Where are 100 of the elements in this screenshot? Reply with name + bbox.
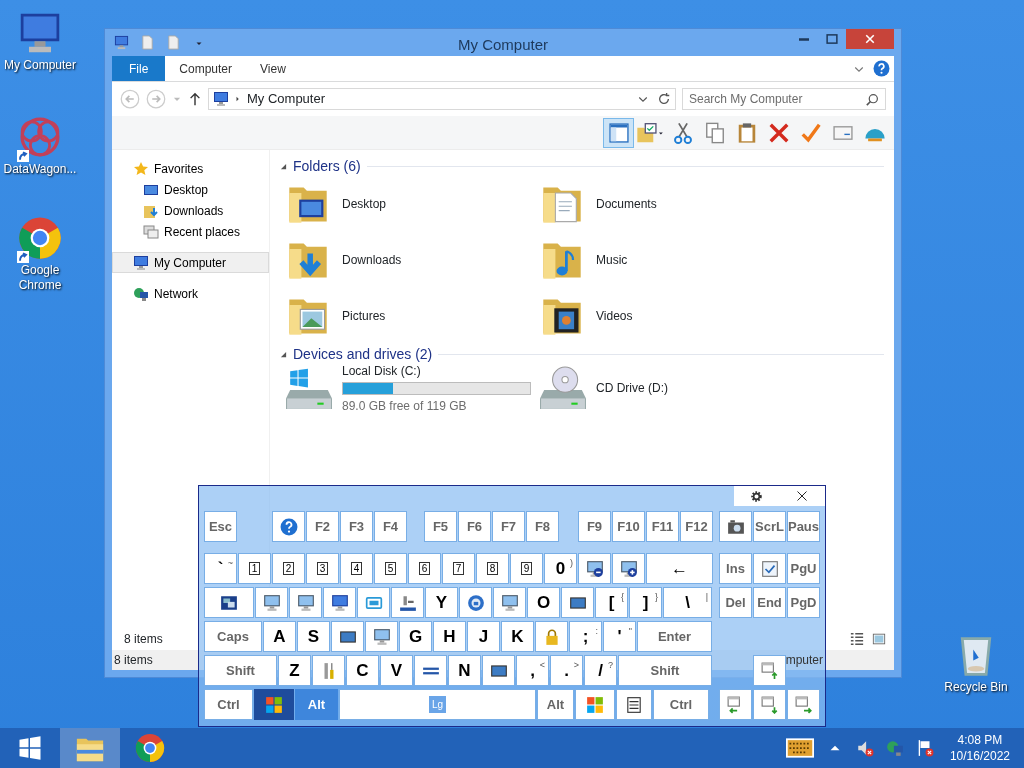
nav-item[interactable]: Desktop [112,179,269,200]
keyboard-key[interactable] [482,655,515,686]
keyboard-key[interactable]: F6 [458,511,491,542]
keyboard-key[interactable] [272,511,305,542]
group-header[interactable]: Folders (6) [293,155,361,177]
keyboard-key[interactable]: A [263,621,296,652]
keyboard-key[interactable]: ' " [603,621,636,652]
ribbon-tab[interactable]: Computer [165,56,247,81]
keyboard-key[interactable] [289,587,322,618]
muted-speaker-icon[interactable] [855,739,874,757]
computer-icon[interactable] [18,11,62,55]
keyboard-key[interactable]: F7 [492,511,525,542]
collapse-icon[interactable] [280,350,287,358]
nav-item[interactable]: Downloads [112,200,269,221]
keyboard-key[interactable]: Z [278,655,311,686]
keyboard-key[interactable]: ] } [629,587,662,618]
keyboard-key[interactable]: ` ~ [204,553,237,584]
keyboard-key[interactable]: 2 [272,553,305,584]
keyboard-key[interactable]: F4 [374,511,407,542]
keyboard-key[interactable]: 5 [374,553,407,584]
keyboard-key[interactable]: 7 [442,553,475,584]
keyboard-key[interactable]: \ | [663,587,712,618]
large-icons-view-icon[interactable] [872,632,886,646]
nav-item[interactable]: My Computer [112,252,269,273]
keyboard-key[interactable] [323,587,356,618]
keyboard-key[interactable] [365,621,398,652]
keyboard-key[interactable]: ScrL [753,511,786,542]
folder-label[interactable]: Documents [596,195,657,213]
keyboard-key[interactable]: F9 [578,511,611,542]
keyboard-key[interactable]: Paus [787,511,820,542]
keyboard-key[interactable]: Shift [204,655,277,686]
folder-label[interactable]: Desktop [342,195,387,213]
desktop-icon-label[interactable]: Google Chrome [0,263,80,293]
clock[interactable]: 4:08 PM 10/16/2022 [945,732,1014,764]
keyboard-key[interactable]: PgD [787,587,820,618]
keyboard-key[interactable] [414,655,447,686]
help-icon[interactable] [873,60,890,77]
nav-item[interactable]: Favorites [112,158,269,179]
keyboard-key[interactable]: Shift [618,655,712,686]
desktop-icon-label[interactable]: Recycle Bin [944,680,1008,695]
keyboard-key[interactable] [612,553,645,584]
nav-item[interactable]: Recent places [112,221,269,242]
keyboard-key[interactable]: Alt [295,689,338,720]
collapse-icon[interactable] [280,162,287,170]
details-view-icon[interactable] [850,632,864,646]
folder-label[interactable]: Downloads [342,251,402,269]
keyboard-key[interactable] [719,511,752,542]
keyboard-key[interactable] [204,587,254,618]
keyboard-key[interactable] [255,587,288,618]
keyboard-key[interactable]: End [753,587,786,618]
keyboard-key[interactable] [391,587,424,618]
keyboard-key[interactable]: Enter [637,621,712,652]
keyboard-key[interactable]: 3 [306,553,339,584]
keyboard-key[interactable]: F8 [526,511,559,542]
keyboard-key[interactable]: 6 [408,553,441,584]
toolbar-button[interactable] [603,117,634,148]
keyboard-key[interactable]: O [527,587,560,618]
keyboard-key[interactable]: [ { [595,587,628,618]
nav-item[interactable]: Network [112,283,269,304]
keyboard-key[interactable]: S [297,621,330,652]
keyboard-key[interactable] [459,587,492,618]
keyboard-key[interactable]: Del [719,587,752,618]
keyboard-key[interactable]: F12 [680,511,713,542]
keyboard-key[interactable]: 0 ) [544,553,577,584]
keyboard-key[interactable]: F11 [646,511,679,542]
keyboard-key[interactable]: Caps [204,621,262,652]
keyboard-key[interactable]: H [433,621,466,652]
search-field[interactable]: Search My Computer [682,88,886,110]
ribbon-tab[interactable]: View [246,56,300,81]
keyboard-key[interactable]: Ins [719,553,752,584]
keyboard-key[interactable]: N [448,655,481,686]
keyboard-key[interactable] [254,689,294,720]
keyboard-key[interactable]: 8 [476,553,509,584]
chrome-icon[interactable] [18,216,62,260]
keyboard-key[interactable]: . > [550,655,583,686]
keyboard-key[interactable]: F3 [340,511,373,542]
keyboard-key[interactable]: Y [425,587,458,618]
keyboard-key[interactable]: F5 [424,511,457,542]
folder-label[interactable]: Pictures [342,307,386,325]
keyboard-key[interactable] [493,587,526,618]
keyboard-key[interactable]: / ? [584,655,617,686]
keyboard-key[interactable]: PgU [787,553,820,584]
keyboard-key[interactable] [331,621,364,652]
flower-icon[interactable] [18,115,62,159]
folder-label[interactable]: Videos [596,307,633,325]
keyboard-key[interactable]: F2 [306,511,339,542]
keyboard-key[interactable]: G [399,621,432,652]
keyboard-key[interactable]: V [380,655,413,686]
keyboard-key[interactable]: ; : [569,621,602,652]
keyboard-key[interactable]: Alt [537,689,574,720]
keyboard-key[interactable]: 4 [340,553,373,584]
keyboard-key[interactable]: Esc [204,511,237,542]
ribbon-tab[interactable]: File [112,56,166,81]
keyboard-key[interactable] [616,689,652,720]
keyboard-key[interactable]: , < [516,655,549,686]
drive-label[interactable]: CD Drive (D:) [596,379,668,397]
address-bar[interactable]: My Computer [208,88,676,110]
keyboard-key[interactable] [561,587,594,618]
keyboard-key[interactable]: F10 [612,511,645,542]
folder-label[interactable]: Music [596,251,628,269]
